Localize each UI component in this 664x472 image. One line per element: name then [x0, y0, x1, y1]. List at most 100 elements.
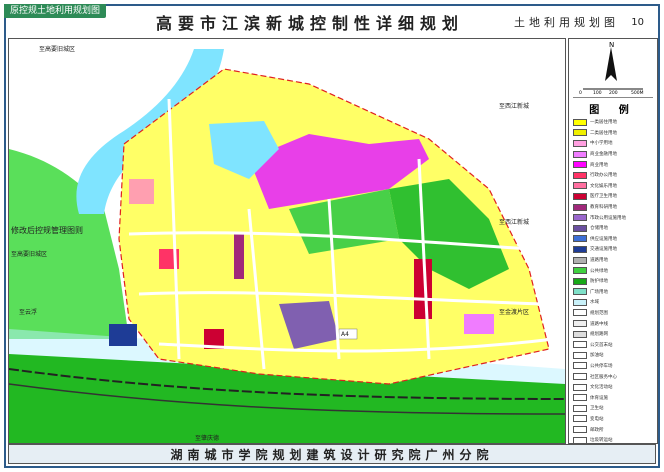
legend-label: 文化娱乐用地: [590, 183, 617, 189]
sheet-title: 土地利用规划图 10: [514, 12, 652, 32]
legend-label: 教育科研用地: [590, 205, 617, 211]
legend-item: 文化娱乐用地: [573, 181, 655, 192]
transport-block: [109, 324, 137, 346]
scale-500: 500M: [631, 91, 644, 96]
legend-swatch: [573, 341, 587, 349]
legend-item: 中小学用地: [573, 138, 655, 149]
land-use-map-svg: [9, 39, 565, 443]
scale-0: 0: [579, 91, 582, 96]
legend-label: 供应设施用地: [590, 236, 617, 242]
legend-swatch: [573, 362, 587, 370]
legend-swatch: [573, 214, 587, 222]
legend-label: 仓储用地: [590, 226, 608, 232]
legend-label: 公交首末站: [590, 342, 613, 348]
title-bar: 高要市江滨新城控制性详细规划: [120, 10, 500, 34]
legend-swatch: [573, 351, 587, 359]
legend-swatch: [573, 118, 587, 126]
legend-swatch: [573, 161, 587, 169]
label-to-yunfu: 至云浮: [19, 309, 38, 316]
legend-label: 规划路网: [590, 332, 608, 338]
legend-swatch: [573, 404, 587, 412]
scale-100: 100: [593, 91, 602, 96]
legend-label: 体育设施: [590, 395, 608, 401]
legend-swatch: [573, 267, 587, 275]
legend-item: 社区服务中心: [573, 371, 655, 382]
legend-swatch: [573, 171, 587, 179]
legend-item: 道路用地: [573, 255, 655, 266]
legend-items: 一类居住用地二类居住用地中小学用地商业金融用地 商业用地行政办公用地 文化娱乐用地医…: [573, 117, 655, 456]
legend-item: 商业金融用地: [573, 149, 655, 160]
legend-item: 变电站: [573, 414, 655, 425]
legend-label: 加油站: [590, 353, 604, 359]
legend-swatch: [573, 373, 587, 381]
legend-swatch: [573, 298, 587, 306]
legend-item: 规划路网: [573, 329, 655, 340]
label-to-zhaoqing: 至肇庆德: [195, 435, 220, 442]
original-plan-tag: 原控规土地利用规划图: [4, 4, 107, 18]
education-block: [234, 234, 244, 279]
legend-swatch: [573, 277, 587, 285]
legend-label: 公共绿地: [590, 268, 608, 274]
legend-item: 广场用地: [573, 287, 655, 298]
legend-label: 公共停车场: [590, 363, 613, 369]
legend-label: 交通设施用地: [590, 247, 617, 253]
legend-item: 卫生站: [573, 403, 655, 414]
legend-label: 道路中线: [590, 321, 608, 327]
legend-swatch: [573, 139, 587, 147]
school-block: [129, 179, 154, 204]
legend-label: 市政公用设施用地: [590, 215, 626, 221]
north-label: N: [609, 41, 615, 49]
legend-item: 一类居住用地: [573, 117, 655, 128]
sheet-number: 10: [631, 16, 644, 28]
legend-swatch: [573, 203, 587, 211]
legend-item: 仓储用地: [573, 223, 655, 234]
compass-block: N 0 100 200 500M: [573, 41, 653, 98]
legend-swatch: [573, 245, 587, 253]
legend-item: 交通设施用地: [573, 244, 655, 255]
legend-label: 一类居住用地: [590, 120, 617, 126]
legend-item: 公共绿地: [573, 265, 655, 276]
legend-swatch: [573, 150, 587, 158]
legend-label: 商业金融用地: [590, 152, 617, 158]
legend-item: 邮政所: [573, 424, 655, 435]
footer-org: 湖南城市学院规划建筑设计研究院广州分院: [170, 447, 494, 462]
legend-item: 体育设施: [573, 392, 655, 403]
legend-item: 医疗卫生用地: [573, 191, 655, 202]
legend-swatch: [573, 256, 587, 264]
legend-swatch: [573, 224, 587, 232]
legend-item: 防护绿地: [573, 276, 655, 287]
label-to-xijiang-top: 至西江新城: [499, 103, 530, 110]
land-use-map[interactable]: 至高要旧城区 至西江新城 至西江新城 至金渡片区 至高要旧城区 至云浮 修改后控…: [8, 38, 566, 444]
legend-label: 防护绿地: [590, 279, 608, 285]
sheet-name: 土地利用规划图: [514, 16, 619, 29]
legend-item: 商业用地: [573, 159, 655, 170]
legend-swatch: [573, 129, 587, 137]
legend-item: 教育科研用地: [573, 202, 655, 213]
legend-label: 变电站: [590, 416, 604, 422]
label-to-gaoyao-old: 至高要旧城区: [11, 251, 48, 258]
legend-label: 行政办公用地: [590, 173, 617, 179]
legend-label: 邮政所: [590, 427, 604, 433]
legend-item: 道路中线: [573, 318, 655, 329]
legend-label: 中小学用地: [590, 141, 613, 147]
page-title: 高要市江滨新城控制性详细规划: [155, 14, 464, 33]
legend-swatch: [573, 192, 587, 200]
scale-200: 200: [609, 91, 618, 96]
legend-item: 文化活动站: [573, 382, 655, 393]
legend-swatch: [573, 383, 587, 391]
legend-title: 图 例: [589, 105, 637, 116]
legend-label: 社区服务中心: [590, 374, 617, 380]
legend-swatch: [573, 330, 587, 338]
legend-swatch: [573, 394, 587, 402]
legend-swatch: [573, 288, 587, 296]
legend-item: 行政办公用地: [573, 170, 655, 181]
legend-swatch: [573, 235, 587, 243]
legend-label: 水域: [590, 300, 599, 306]
legend-label: 医疗卫生用地: [590, 194, 617, 200]
label-revised-boundary: 修改后控规管理图则: [11, 226, 83, 235]
legend-item: 供应设施用地: [573, 234, 655, 245]
legend-label: 道路用地: [590, 258, 608, 264]
commercial-block-se: [464, 314, 494, 334]
legend-item: 二类居住用地: [573, 128, 655, 139]
legend-swatch: [573, 415, 587, 423]
